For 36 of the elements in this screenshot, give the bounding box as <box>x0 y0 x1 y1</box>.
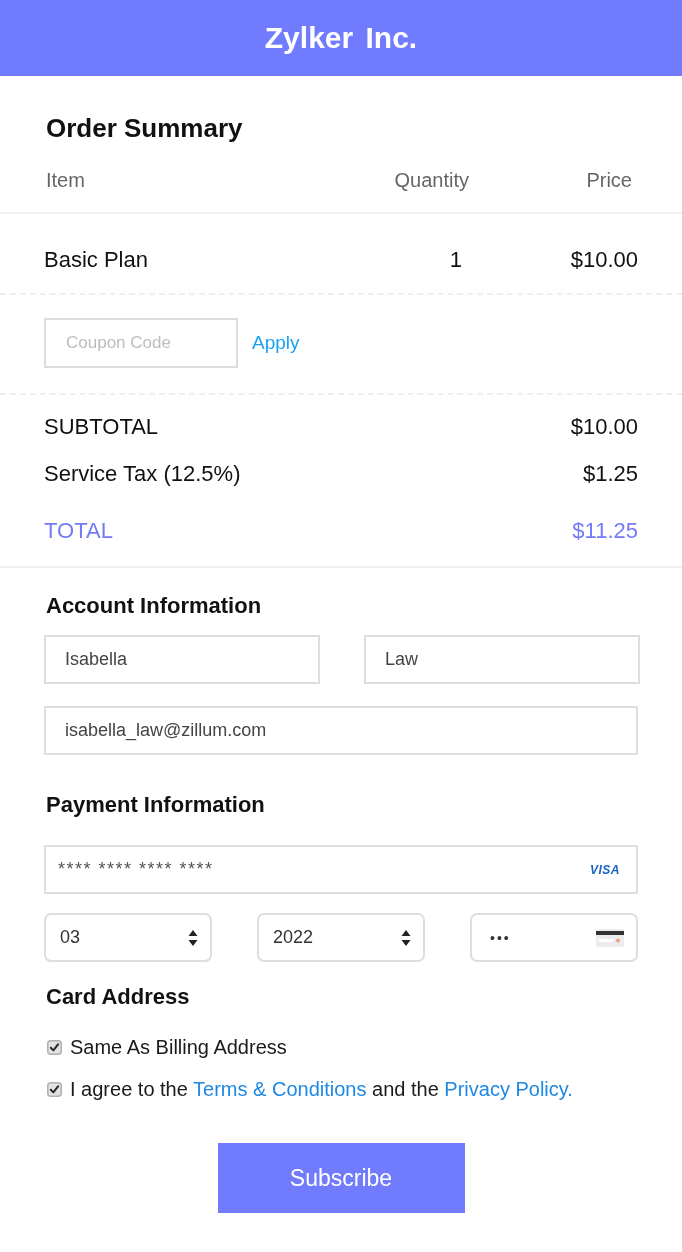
summary-amount: $10.00 <box>570 413 638 441</box>
table-cell: 1 <box>449 247 462 273</box>
cvv-field[interactable]: ••• <box>470 913 638 962</box>
agreement-text: I agree to the Terms & Conditions and the Privacy Policy. <box>70 1077 573 1102</box>
subscribe-button[interactable]: Subscribe <box>217 1143 465 1213</box>
total-label: TOTAL <box>44 517 113 545</box>
company-title: Zylker Inc. <box>264 20 418 56</box>
year-select[interactable]: 2022 <box>257 913 425 962</box>
checkbox-label: Same As Billing Address <box>70 1035 287 1060</box>
checkbox[interactable] <box>47 1039 62 1055</box>
total-amount: $11.25 <box>572 517 638 545</box>
select-arrows-icon <box>188 929 198 946</box>
coupon-code-field[interactable]: Coupon Code <box>44 318 238 368</box>
summary-label: SUBTOTAL <box>44 413 159 441</box>
section-title: Card Address <box>46 983 190 1011</box>
section-title: Order Summary <box>46 112 243 144</box>
policy-link[interactable]: Privacy Policy. <box>444 1078 573 1100</box>
card-icon <box>596 928 624 947</box>
select-arrows-icon <box>401 929 411 946</box>
column-header: Price <box>586 168 632 192</box>
table-cell: Basic Plan <box>44 247 148 273</box>
policy-link[interactable]: Terms & Conditions <box>193 1078 367 1100</box>
table-cell: $10.00 <box>570 247 638 273</box>
last-name-field[interactable]: Law <box>364 635 640 684</box>
month-select[interactable]: 03 <box>44 913 212 962</box>
summary-label: Service Tax (12.5%) <box>44 460 241 488</box>
email-field[interactable]: isabella_law@zillum.com <box>44 706 638 755</box>
first-name-field[interactable]: Isabella <box>44 635 320 684</box>
card-number-field[interactable]: **** **** **** **** VISA <box>44 845 638 894</box>
section-title: Payment Information <box>46 791 265 819</box>
section-title: Account Information <box>46 592 262 620</box>
card-brand-logo: VISA <box>590 862 620 877</box>
summary-amount: $1.25 <box>582 460 638 488</box>
column-header: Item <box>46 168 85 192</box>
column-header: Quantity <box>394 168 469 192</box>
checkbox[interactable] <box>47 1081 62 1097</box>
